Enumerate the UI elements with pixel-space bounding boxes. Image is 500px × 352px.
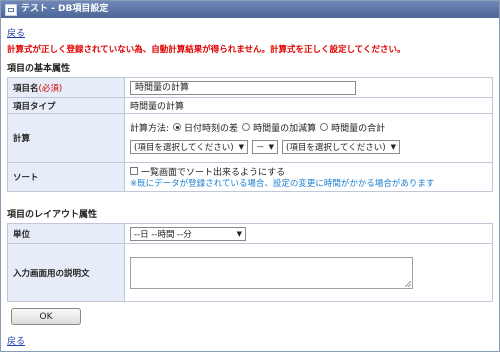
row-unit: 単位 --日 --時間 --分 ▼ [7, 223, 493, 244]
row-calc: 計算 計算方法: 日付時刻の差 時間量の加減算 時間量の合計 (項目を選択してく… [7, 113, 493, 163]
operand2-select[interactable]: (項目を選択してください) ▼ [282, 140, 400, 154]
calc-label: 計算 [7, 113, 125, 163]
item-name-cell: 時間量の計算 [124, 77, 493, 98]
chevron-down-icon: ▼ [238, 143, 244, 151]
radio-time-sum-label[interactable]: 時間量の合計 [331, 121, 385, 134]
sort-label: ソート [7, 162, 125, 192]
sort-checkbox-label[interactable]: 一覧画面でソート出来るようにする [141, 165, 285, 178]
basic-attributes-table: 項目名(必須) 時間量の計算 項目タイプ 時間量の計算 計算 計算方法: 日付時… [7, 77, 493, 192]
radio-time-addsub-label[interactable]: 時間量の加減算 [253, 121, 316, 134]
app-window: テスト - DB項目設定 戻る 計算式が正しく登録されていない為、自動計算結果が… [0, 0, 500, 352]
item-type-value: 時間量の計算 [124, 97, 493, 114]
sort-checkbox[interactable] [130, 167, 138, 175]
radio-time-addsub[interactable] [242, 123, 251, 131]
radio-date-diff[interactable] [173, 123, 182, 131]
unit-label: 単位 [7, 223, 125, 244]
layout-section-title: 項目のレイアウト属性 [7, 210, 98, 220]
layout-attributes-table: 単位 --日 --時間 --分 ▼ 入力画面用の説明文 [7, 223, 493, 302]
calc-cell: 計算方法: 日付時刻の差 時間量の加減算 時間量の合計 (項目を選択してください… [124, 113, 493, 163]
window-icon [5, 3, 17, 16]
unit-select[interactable]: --日 --時間 --分 ▼ [130, 226, 246, 241]
calc-method-label: 計算方法: [130, 123, 170, 134]
description-textarea[interactable] [130, 256, 413, 289]
item-name-label: 項目名(必須) [7, 77, 125, 98]
sort-checkbox-row: 一覧画面でソート出来るようにする [130, 165, 491, 178]
operand1-select[interactable]: (項目を選択してください) ▼ [130, 140, 248, 154]
row-description: 入力画面用の説明文 [7, 243, 493, 302]
chevron-down-icon: ▼ [236, 229, 242, 238]
chevron-down-icon: ▼ [390, 143, 396, 151]
ok-button[interactable]: OK [11, 308, 81, 325]
title-bar: テスト - DB項目設定 [1, 1, 499, 18]
radio-date-diff-label[interactable]: 日付時刻の差 [184, 121, 238, 134]
calc-method-row: 計算方法: 日付時刻の差 時間量の加減算 時間量の合計 [130, 118, 491, 136]
operator-select[interactable]: － ▼ [252, 140, 278, 154]
row-item-type: 項目タイプ 時間量の計算 [7, 97, 493, 114]
description-cell [124, 243, 493, 302]
basic-section-title: 項目の基本属性 [7, 64, 71, 74]
calc-operands-row: (項目を選択してください) ▼ － ▼ (項目を選択してください) ▼ [130, 136, 491, 158]
row-sort: ソート 一覧画面でソート出来るようにする ※既にデータが登録されている場合、設定… [7, 162, 493, 192]
operand2-select-value: (項目を選択してください) [286, 143, 386, 153]
unit-cell: --日 --時間 --分 ▼ [124, 223, 493, 244]
operator-select-value: － [256, 143, 265, 153]
required-marker: (必須) [38, 83, 63, 94]
back-link-top[interactable]: 戻る [7, 26, 25, 39]
resize-handle-icon[interactable] [405, 280, 411, 287]
unit-select-value: --日 --時間 --分 [134, 229, 192, 240]
back-link-bottom[interactable]: 戻る [7, 334, 25, 347]
description-label: 入力画面用の説明文 [7, 243, 125, 302]
row-item-name: 項目名(必須) 時間量の計算 [7, 77, 493, 98]
sort-note: ※既にデータが登録されている場合、設定の変更に時間がかかる場合があります [130, 179, 435, 189]
window-title: テスト - DB項目設定 [21, 4, 109, 14]
sort-cell: 一覧画面でソート出来るようにする ※既にデータが登録されている場合、設定の変更に… [124, 162, 493, 192]
chevron-down-icon: ▼ [268, 143, 274, 151]
item-name-input[interactable]: 時間量の計算 [130, 80, 356, 95]
item-type-label: 項目タイプ [7, 97, 125, 114]
item-name-label-text: 項目名 [13, 83, 39, 94]
error-message: 計算式が正しく登録されていない為、自動計算結果が得られません。計算式を正しく設定… [7, 45, 406, 55]
operand1-select-value: (項目を選択してください) [134, 143, 234, 153]
radio-time-sum[interactable] [320, 123, 329, 131]
